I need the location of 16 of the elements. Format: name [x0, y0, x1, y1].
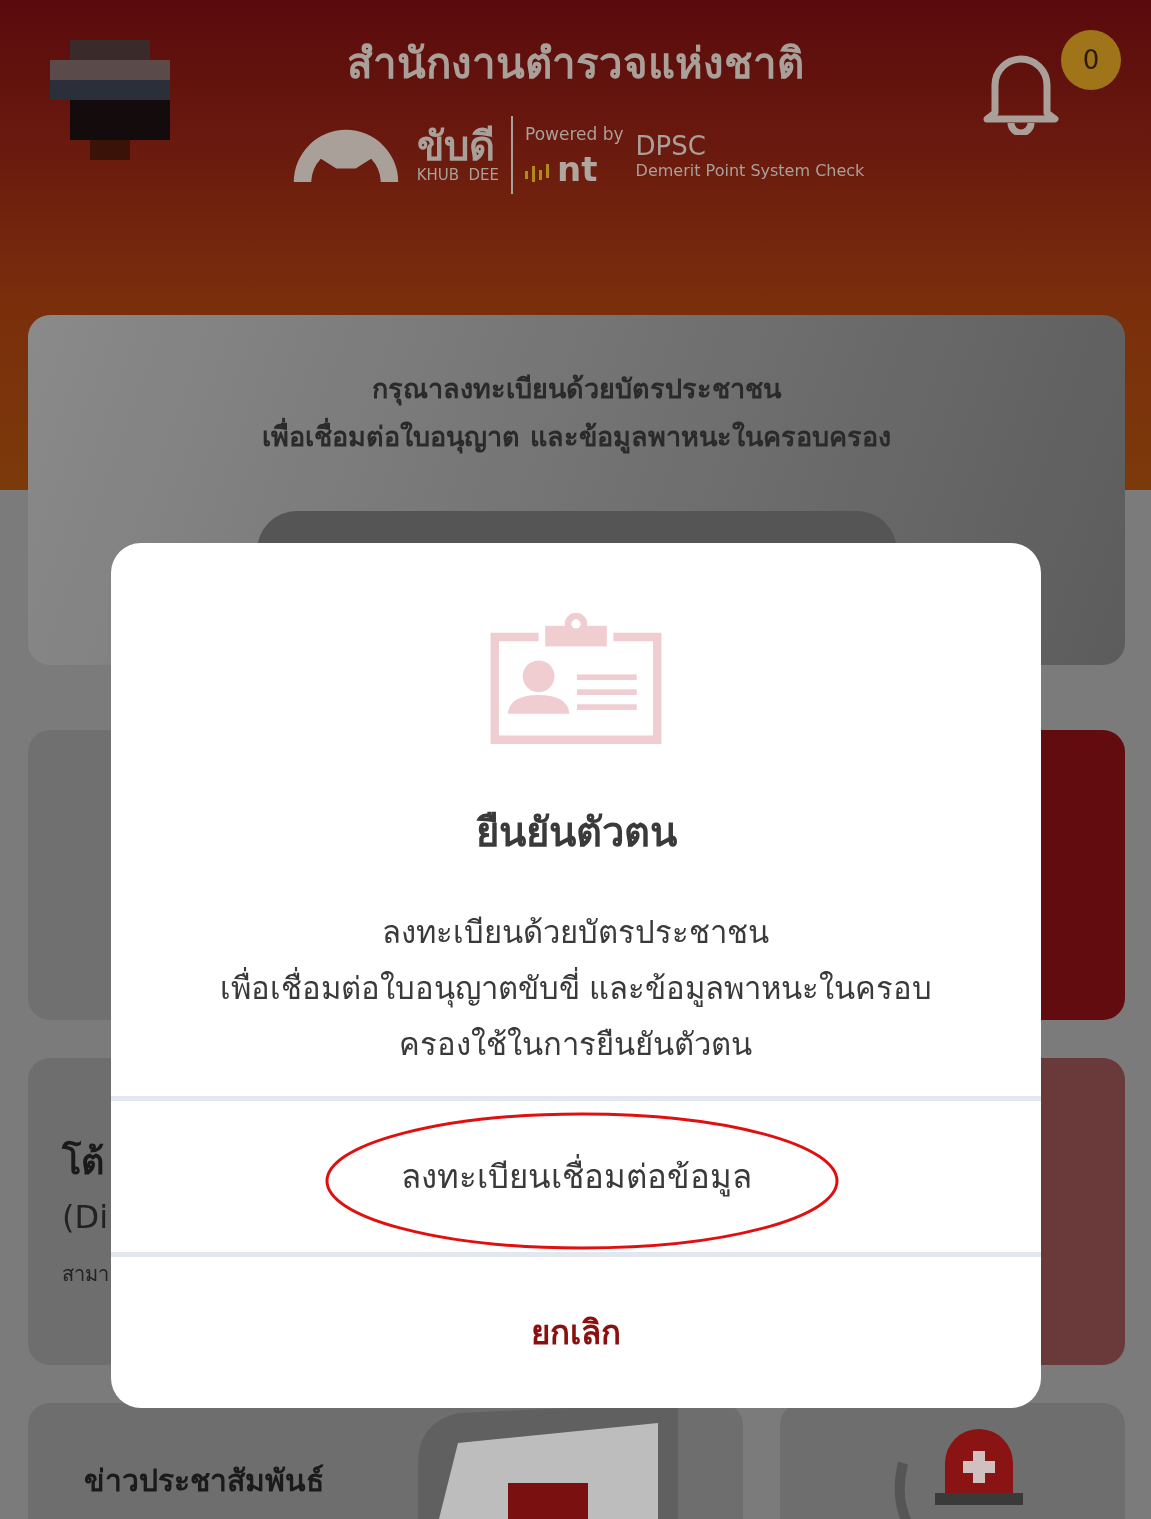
- dialog-title: ยืนยันตัวตน: [475, 808, 677, 858]
- cancel-button[interactable]: ยกเลิก: [515, 1298, 637, 1368]
- logo-subtitle: KHUB DEE: [416, 166, 500, 184]
- notification-badge: 0: [1061, 30, 1121, 90]
- register-prompt: เพื่อเชื่อมต่อใบอนุญาต และข้อมูลพาหนะในครอบครอง: [262, 413, 891, 461]
- app-title: สำนักงานตำรวจแห่งชาติ: [347, 38, 804, 90]
- card-text: สามา: [62, 1261, 110, 1288]
- card-subtitle: (Di: [62, 1198, 109, 1236]
- product-name: DPSC: [635, 130, 707, 161]
- card-title: ข่าวประชาสัมพันธ์: [84, 1462, 324, 1500]
- dialog-message: ลงทะเบียนด้วยบัตรประชาชน เพื่อเชื่อมต่อใบอนุญาตขับขี่ และข้อมูลพาหนะในครอบ ครองใช้ในการยืนยันตัวตน: [219, 913, 933, 1065]
- logo-name: ขับดี: [416, 126, 495, 166]
- register-prompt: กรุณาลงทะเบียนด้วยบัตรประชาชน: [372, 372, 781, 408]
- product-full-name: Demerit Point System Check: [635, 160, 865, 180]
- powered-by-label: Powered by: [525, 124, 624, 144]
- brand-mark: nt: [557, 152, 598, 186]
